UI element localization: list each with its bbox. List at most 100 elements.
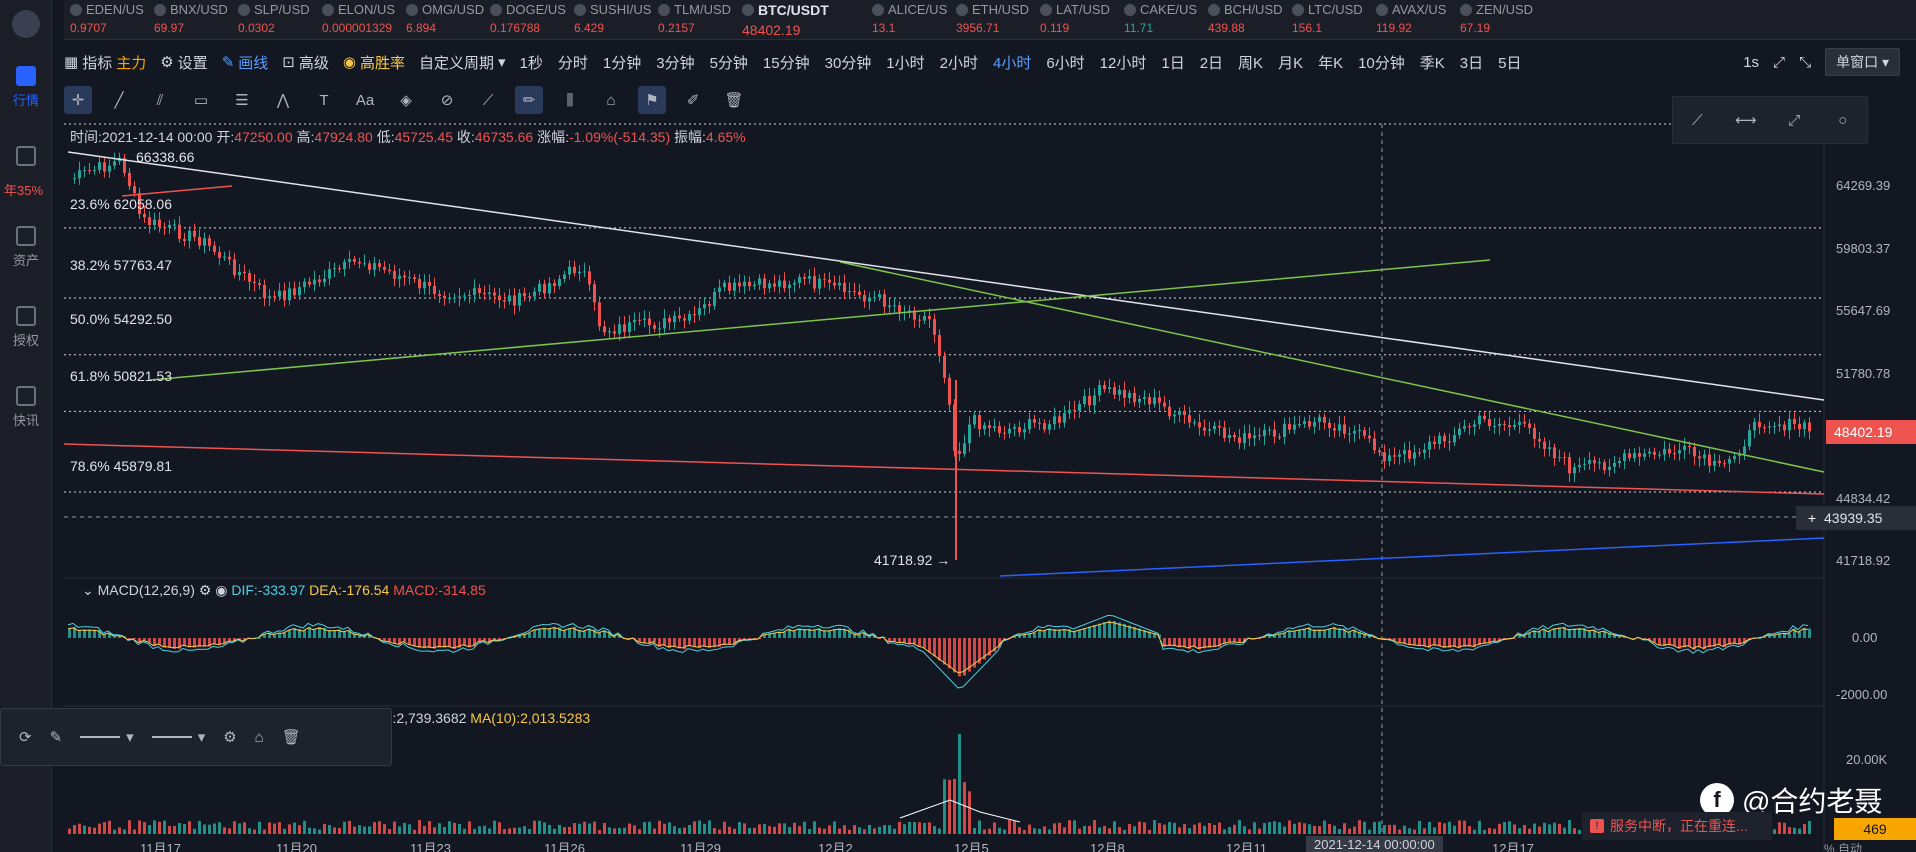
ticker-item[interactable]: TLM/USD 0.2157: [652, 0, 736, 39]
expand-icon[interactable]: ⤢: [1773, 54, 1785, 71]
plus-icon[interactable]: +: [1800, 510, 1824, 526]
ticker-item[interactable]: DOGE/US 0.176788: [484, 0, 568, 39]
volume-bar: [518, 827, 521, 834]
timeframe-15[interactable]: 月K: [1278, 52, 1303, 73]
timeframe-16[interactable]: 年K: [1318, 52, 1343, 73]
indicator-button[interactable]: ▦ 指标 主力: [64, 52, 146, 73]
shrink-icon[interactable]: ⤡: [1799, 54, 1811, 71]
candle: [538, 283, 541, 292]
ticker-item[interactable]: SUSHI/US 6.429: [568, 0, 652, 39]
sidebar-item-percent[interactable]: [0, 146, 52, 170]
settings-icon[interactable]: ⚙: [223, 728, 236, 746]
pen-color-icon[interactable]: ✎: [50, 728, 63, 746]
trash-icon[interactable]: 🗑: [720, 86, 748, 114]
ticker-item[interactable]: ELON/US 0.000001329: [316, 0, 400, 39]
scale-mode[interactable]: % 自动: [1824, 840, 1862, 852]
timeframe-1[interactable]: 分时: [558, 52, 588, 73]
timeframe-5[interactable]: 15分钟: [763, 52, 810, 73]
ticker-item[interactable]: EDEN/US 0.9707: [64, 0, 148, 39]
candle: [888, 305, 891, 307]
ticker-item[interactable]: BNX/USD 69.97: [148, 0, 232, 39]
macd-bar: [1088, 626, 1091, 638]
channel-icon[interactable]: ⫽: [146, 86, 174, 114]
timeframe-10[interactable]: 6小时: [1046, 52, 1084, 73]
advanced-button[interactable]: ⊡ 高级: [282, 52, 329, 73]
timeframe-2[interactable]: 1分钟: [603, 52, 641, 73]
timeframe-13[interactable]: 2日: [1200, 52, 1223, 73]
sidebar-item-assets[interactable]: 资产: [0, 226, 52, 269]
trash-icon[interactable]: 🗑: [282, 728, 301, 746]
volume-bar: [1108, 828, 1111, 834]
rectangle-icon[interactable]: ▭: [187, 86, 215, 114]
hide-icon[interactable]: ⊘: [433, 86, 461, 114]
draw-button[interactable]: ✎ 画线: [222, 52, 269, 73]
timeframe-12[interactable]: 1日: [1161, 52, 1184, 73]
timeframe-14[interactable]: 周K: [1238, 52, 1263, 73]
pattern-icon[interactable]: ⋀: [269, 86, 297, 114]
volume-bar: [403, 822, 406, 834]
lock-icon[interactable]: ⌂: [255, 729, 264, 746]
fib-icon[interactable]: ☰: [228, 86, 256, 114]
bookmark-icon[interactable]: ⚑: [638, 86, 666, 114]
ticker-item[interactable]: BTC/USDT 48402.19: [736, 0, 866, 39]
magnet-icon[interactable]: ◈: [392, 86, 420, 114]
collapse-icon[interactable]: ⌄: [82, 582, 94, 598]
timeframe-9[interactable]: 4小时: [993, 52, 1031, 73]
ticker-item[interactable]: ETH/USD 3956.71: [950, 0, 1034, 39]
timeframe-8[interactable]: 2小时: [940, 52, 978, 73]
ticker-item[interactable]: ZEN/USD 67.19: [1454, 0, 1538, 39]
ticker-item[interactable]: AVAX/US 119.92: [1370, 0, 1454, 39]
ticker-item[interactable]: ALICE/US 13.1: [866, 0, 950, 39]
sidebar-item-market[interactable]: 行情: [0, 66, 52, 109]
timeframe-19[interactable]: 3日: [1460, 52, 1483, 73]
winrate-button[interactable]: ◉ 高胜率: [343, 52, 405, 73]
gear-icon[interactable]: ⚙: [199, 582, 212, 598]
ticker-item[interactable]: LAT/USD 0.119: [1034, 0, 1118, 39]
volume-bar: [293, 822, 296, 834]
eye-icon[interactable]: ◉: [215, 582, 227, 598]
app-logo[interactable]: [12, 10, 40, 38]
volume-bar: [1448, 821, 1451, 834]
ruler-icon[interactable]: ⟋: [474, 86, 502, 114]
extended-line-icon[interactable]: ⤢: [1780, 106, 1808, 134]
text-tool-icon[interactable]: T: [310, 86, 338, 114]
interval-label[interactable]: 1s: [1743, 54, 1759, 71]
refresh-icon[interactable]: ⟳: [19, 728, 32, 746]
edit-icon[interactable]: ✐: [679, 86, 707, 114]
timeframe-18[interactable]: 季K: [1420, 52, 1445, 73]
horizontal-line-icon[interactable]: ⟷: [1732, 106, 1760, 134]
sidebar-item-auth[interactable]: 授权: [0, 306, 52, 349]
candle: [853, 291, 856, 293]
ticker-item[interactable]: BCH/USD 439.88: [1202, 0, 1286, 39]
settings-button[interactable]: ⚙ 设置: [160, 52, 207, 73]
ticker-item[interactable]: SLP/USD 0.0302: [232, 0, 316, 39]
ticker-item[interactable]: OMG/USD 6.894: [400, 0, 484, 39]
custom-period-dropdown[interactable]: 自定义周期 ▾: [419, 52, 506, 73]
brush-icon[interactable]: ✏: [515, 86, 543, 114]
ticker-item[interactable]: CAKE/US 11.71: [1118, 0, 1202, 39]
timeframe-20[interactable]: 5日: [1498, 52, 1521, 73]
timeframe-3[interactable]: 3分钟: [656, 52, 694, 73]
circle-icon[interactable]: ○: [1829, 106, 1857, 134]
connection-toast[interactable]: ! 服务中断，正在重连...: [1582, 812, 1772, 840]
lock-icon[interactable]: ⌂: [597, 86, 625, 114]
timeframe-17[interactable]: 10分钟: [1358, 52, 1405, 73]
volume-bar: [233, 821, 236, 834]
trendline-icon[interactable]: ╱: [105, 86, 133, 114]
crosshair-icon[interactable]: ✛: [64, 86, 92, 114]
volume-bar: [1498, 823, 1501, 834]
ray-icon[interactable]: ⟋: [1683, 106, 1711, 134]
timeframe-4[interactable]: 5分钟: [710, 52, 748, 73]
font-icon[interactable]: Aa: [351, 86, 379, 114]
line-width-dropdown[interactable]: ▾: [151, 728, 205, 746]
timeframe-6[interactable]: 30分钟: [825, 52, 872, 73]
window-mode-select[interactable]: 单窗口 ▾: [1825, 48, 1900, 76]
line-style-dropdown[interactable]: ▾: [80, 728, 134, 746]
volume-bar: [528, 828, 531, 834]
timeframe-11[interactable]: 12小时: [1100, 52, 1147, 73]
sidebar-item-news[interactable]: 快讯: [0, 386, 52, 429]
timeframe-0[interactable]: 1秒: [520, 52, 543, 73]
ticker-item[interactable]: LTC/USD 156.1: [1286, 0, 1370, 39]
compare-icon[interactable]: ⫼: [556, 86, 584, 114]
timeframe-7[interactable]: 1小时: [886, 52, 924, 73]
